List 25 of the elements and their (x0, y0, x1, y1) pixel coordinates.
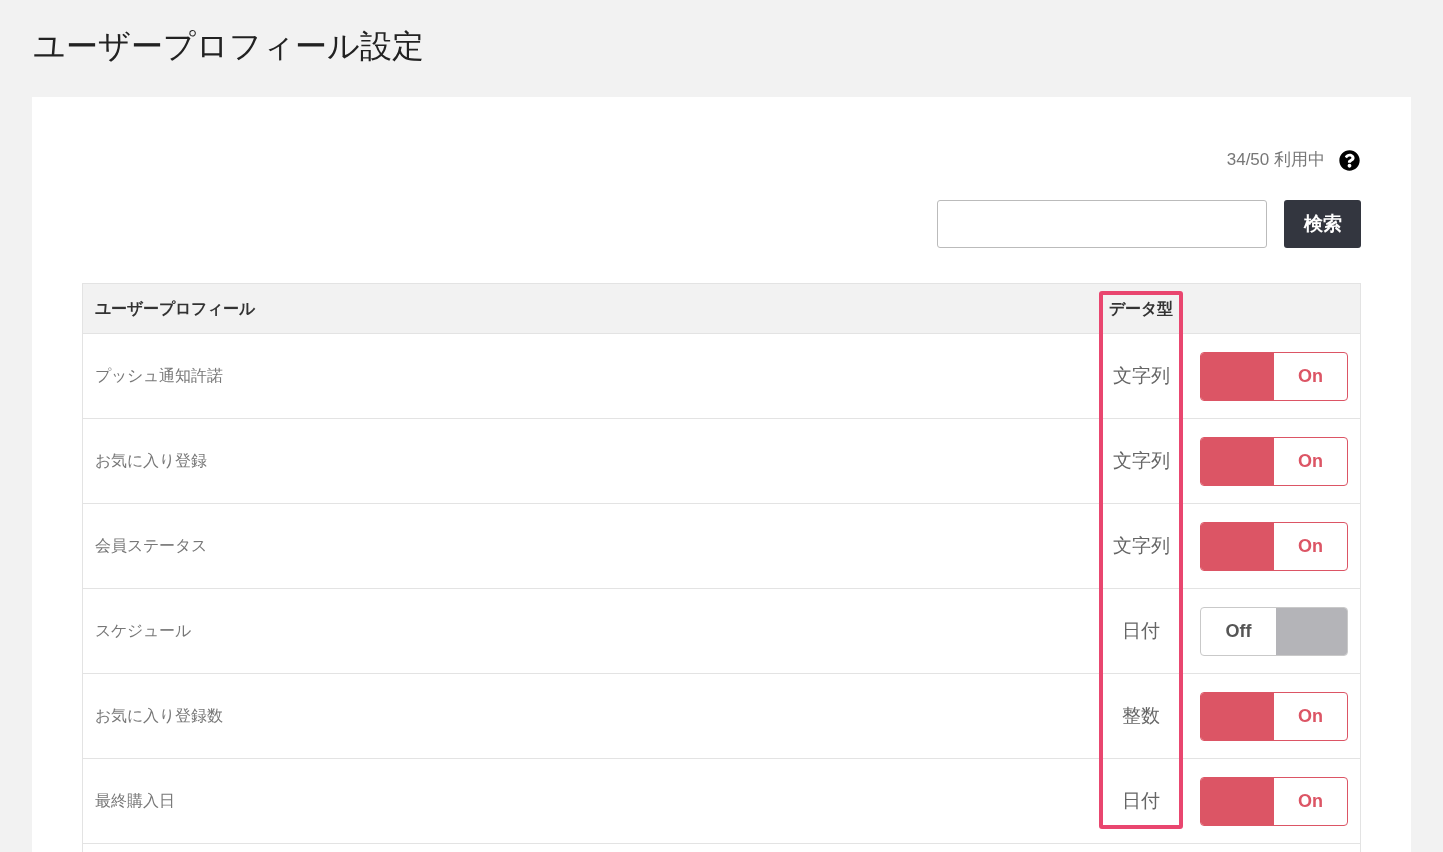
column-header: ユーザープロフィール (95, 299, 255, 317)
data-type: 文字列 (1112, 533, 1170, 558)
profile-name: 会員ステータス (95, 537, 207, 554)
data-type: 日付 (1122, 618, 1160, 643)
help-icon[interactable] (1339, 149, 1360, 171)
toggle-switch[interactable]: On (1200, 776, 1348, 826)
toggle-switch[interactable]: On (1200, 691, 1348, 741)
column-header: データ型 (1109, 298, 1173, 319)
data-type: 文字列 (1112, 363, 1170, 388)
toggle-switch[interactable]: On (1200, 351, 1348, 401)
search-field[interactable] (937, 200, 1267, 248)
toggle-switch[interactable]: Off (1200, 606, 1348, 656)
profile-name: お気に入り登録数 (95, 707, 223, 724)
data-type: 整数 (1122, 703, 1160, 728)
data-type: 日付 (1122, 788, 1160, 813)
page-title: ユーザープロフィール設定 (33, 28, 424, 64)
profile-name: プッシュ通知許諾 (95, 367, 223, 384)
profile-name: 最終購入日 (95, 792, 175, 809)
profile-name: お気に入り登録 (95, 452, 207, 469)
toggle-switch[interactable]: On (1200, 521, 1348, 571)
data-type: 文字列 (1112, 448, 1170, 473)
search-button[interactable]: 検索 (1284, 200, 1361, 248)
profile-name: スケジュール (95, 622, 191, 639)
usage-count: 34/50 利用中 (1226, 149, 1325, 171)
toggle-switch[interactable]: On (1200, 436, 1348, 486)
